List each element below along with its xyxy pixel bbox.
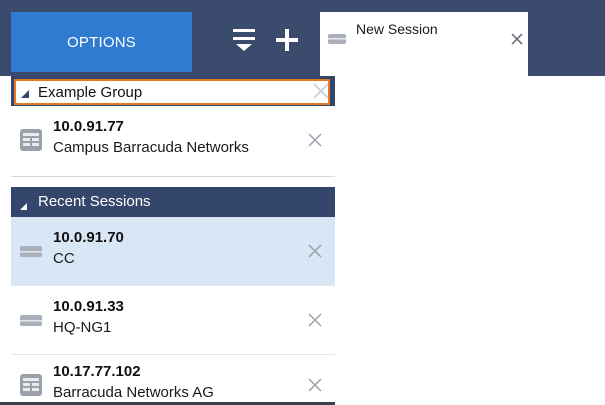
session-description: Barracuda Networks AG: [53, 384, 214, 401]
options-label: OPTIONS: [67, 33, 136, 51]
recent-sessions-label: Recent Sessions: [38, 193, 151, 210]
close-icon[interactable]: [510, 32, 524, 46]
tab-new-session[interactable]: New Session: [320, 12, 528, 76]
list-item[interactable]: 10.0.91.70 CC: [11, 217, 335, 286]
session-ip: 10.0.91.77: [53, 118, 124, 135]
collapse-triangle-icon[interactable]: [20, 86, 30, 98]
tab-label: New Session: [356, 21, 438, 37]
group-name-input[interactable]: [14, 79, 330, 105]
plus-icon[interactable]: [273, 26, 301, 54]
server-grid-icon: [19, 373, 43, 397]
server-grid-icon: [19, 128, 43, 152]
close-icon[interactable]: [307, 132, 323, 148]
options-tab[interactable]: OPTIONS: [11, 12, 192, 72]
recent-sessions-header[interactable]: Recent Sessions: [11, 187, 335, 217]
session-description: CC: [53, 250, 75, 267]
session-ip: 10.17.77.102: [53, 363, 141, 380]
close-icon[interactable]: [307, 312, 323, 328]
close-icon[interactable]: [307, 377, 323, 393]
list-item[interactable]: 10.0.91.33 HQ-NG1: [11, 286, 335, 355]
session-panel: 10.0.91.77 Campus Barracuda Networks Rec…: [11, 76, 335, 405]
clear-group-icon[interactable]: [311, 81, 331, 101]
collapse-triangle-icon: [19, 198, 28, 210]
top-toolbar: OPTIONS New Session: [0, 0, 605, 76]
session-description: Campus Barracuda Networks: [53, 139, 249, 156]
session-icon: [327, 32, 347, 46]
close-icon[interactable]: [307, 243, 323, 259]
group-header: [11, 76, 335, 106]
session-ip: 10.0.91.33: [53, 298, 124, 315]
session-description: HQ-NG1: [53, 319, 112, 336]
appliance-icon: [19, 239, 43, 263]
list-item[interactable]: 10.17.77.102 Barracuda Networks AG: [11, 355, 335, 405]
session-ip: 10.0.91.70: [53, 229, 124, 246]
appliance-icon: [19, 308, 43, 332]
filter-icon[interactable]: [232, 27, 256, 53]
list-item[interactable]: 10.0.91.77 Campus Barracuda Networks: [11, 106, 335, 177]
